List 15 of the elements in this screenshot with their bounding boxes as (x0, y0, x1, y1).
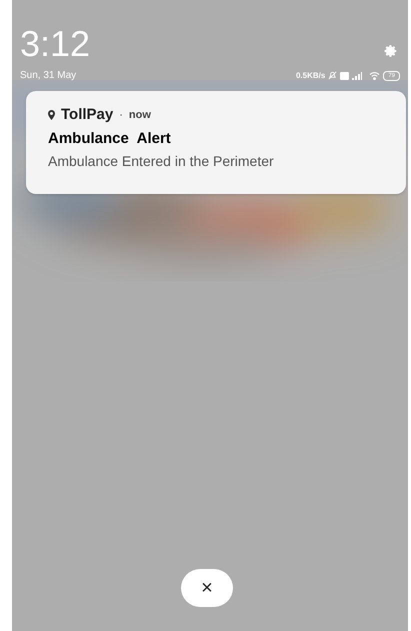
notification-card[interactable]: TollPay · now Ambulance Alert Ambulance Entered in the Perimeter (26, 91, 406, 194)
location-pin-icon (48, 110, 55, 120)
app-name: TollPay (61, 105, 114, 125)
notification-title: Ambulance Alert (48, 128, 172, 148)
bell-off-icon (328, 71, 338, 80)
signal-icon (352, 72, 362, 80)
settings-icon[interactable] (384, 44, 398, 58)
network-speed: 0.5KB/s (296, 70, 326, 82)
date-label: Sun, 31 May (20, 69, 76, 83)
wifi-icon (369, 71, 380, 80)
notification-body: Ambulance Entered in the Perimeter (48, 152, 275, 171)
time-label: now (128, 108, 151, 123)
separator-dot: · (119, 108, 123, 123)
clock-time: 3:12 (20, 26, 90, 62)
close-button[interactable]: × (181, 569, 233, 607)
